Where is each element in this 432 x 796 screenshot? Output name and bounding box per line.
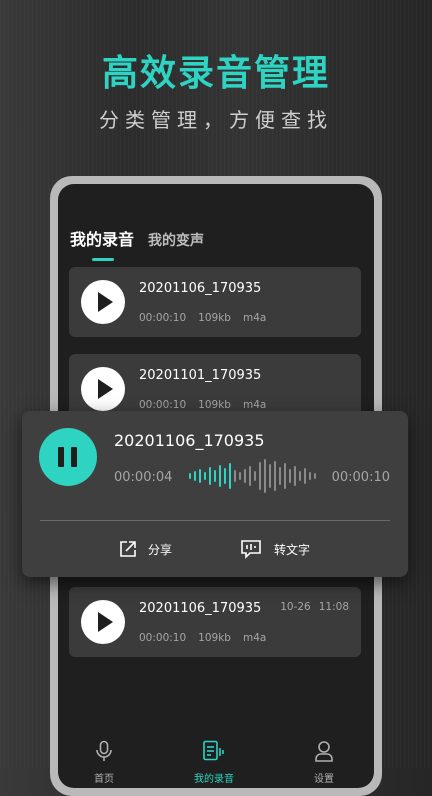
microphone-icon (96, 740, 112, 761)
waveform-bar (189, 473, 191, 479)
recording-name: 20201101_170935 (139, 368, 262, 383)
recording-date: 10-26 11:08 (280, 601, 349, 613)
recording-meta: 00:00:10 109kb m4a (139, 399, 266, 411)
waveform-bar (279, 467, 281, 485)
waveform-bar (284, 463, 286, 489)
pause-icon-bar (71, 447, 77, 467)
play-button[interactable] (81, 280, 125, 324)
share-button[interactable]: 分享 (118, 539, 172, 559)
recording-size: 109kb (198, 312, 231, 324)
waveform-bar (229, 463, 231, 489)
waveform-bar (219, 465, 221, 487)
waveform-bar (274, 461, 276, 491)
tab-my-recordings[interactable]: 我的录音 (70, 226, 135, 261)
waveform-bar (254, 471, 256, 481)
share-label: 分享 (148, 542, 173, 557)
tab-my-voice-changes[interactable]: 我的变声 (148, 230, 204, 250)
pause-icon (58, 447, 64, 467)
recording-item[interactable]: 20201106_170935 00:00:10 109kb m4a (69, 267, 361, 337)
waveform-bar (244, 469, 246, 483)
current-time: 00:00:04 (114, 470, 173, 485)
waveform-bar (209, 467, 211, 485)
waveform[interactable] (189, 458, 316, 494)
play-button[interactable] (81, 367, 125, 411)
recording-date-day: 10-26 (280, 601, 311, 613)
recording-meta: 00:00:10 109kb m4a (139, 312, 266, 324)
recording-name: 20201106_170935 (139, 601, 262, 616)
waveform-bar (299, 471, 301, 481)
waveform-bar (294, 466, 296, 486)
waveform-bar (224, 468, 226, 484)
bottom-nav: 首页 我的录音 设置 (58, 712, 374, 788)
waveform-bar (309, 472, 311, 480)
player-title: 20201106_170935 (114, 431, 265, 450)
transcribe-button[interactable]: 转文字 (240, 539, 310, 559)
recording-format: m4a (242, 632, 267, 644)
play-icon (98, 292, 113, 312)
nav-item-my-recordings[interactable]: 我的录音 (184, 740, 244, 785)
waveform-bar (289, 469, 291, 483)
transcribe-label: 转文字 (274, 542, 311, 557)
transcribe-icon (241, 540, 261, 559)
play-button[interactable] (81, 600, 125, 644)
waveform-bar (199, 469, 201, 483)
waveform-bar (214, 470, 216, 482)
nav-my-recordings-label: 我的录音 (194, 774, 234, 785)
waveform-bar (234, 470, 236, 482)
tab-my-recordings-label: 我的录音 (70, 230, 135, 249)
recording-date-time: 11:08 (318, 601, 349, 613)
waveform-bar (194, 471, 196, 481)
tab-my-voice-changes-label: 我的变声 (148, 233, 205, 249)
recording-duration: 00:00:10 (139, 312, 187, 324)
nav-settings-label: 设置 (314, 774, 334, 785)
waveform-bar (314, 473, 316, 479)
recording-format: m4a (242, 399, 267, 411)
recording-duration: 00:00:10 (139, 632, 187, 644)
promo-subline: 分类管理，方便查找 (99, 108, 333, 132)
nav-item-home[interactable]: 首页 (74, 740, 134, 785)
share-icon (120, 541, 136, 557)
nav-home-label: 首页 (94, 774, 114, 785)
tab-bar: 我的录音 我的变声 (70, 226, 204, 261)
waveform-bar (264, 459, 266, 493)
promo-headline: 高效录音管理 (101, 53, 330, 94)
pause-button[interactable] (39, 428, 97, 486)
recording-item[interactable]: 20201106_170935 10-26 11:08 00:00:10 109… (69, 587, 361, 657)
recordings-icon (203, 740, 224, 761)
recording-duration: 00:00:10 (139, 399, 187, 411)
recording-name: 20201106_170935 (139, 281, 262, 296)
waveform-bar (204, 472, 206, 480)
play-icon (98, 612, 113, 632)
recording-size: 109kb (198, 399, 231, 411)
waveform-bar (304, 468, 306, 484)
total-time: 00:00:10 (331, 470, 390, 485)
waveform-bar (269, 464, 271, 488)
recording-meta: 00:00:10 109kb m4a (139, 632, 266, 644)
nav-item-settings[interactable]: 设置 (294, 740, 354, 785)
player-popup: 20201106_170935 00:00:04 00:00:10 分享 转文字 (22, 411, 408, 577)
active-tab-indicator (92, 258, 114, 261)
recording-size: 109kb (198, 632, 231, 644)
popup-divider (40, 520, 390, 521)
play-icon (98, 379, 113, 399)
recording-format: m4a (242, 312, 267, 324)
person-icon (315, 741, 333, 762)
waveform-bar (249, 466, 251, 486)
waveform-bar (259, 462, 261, 490)
waveform-bar (239, 472, 241, 480)
